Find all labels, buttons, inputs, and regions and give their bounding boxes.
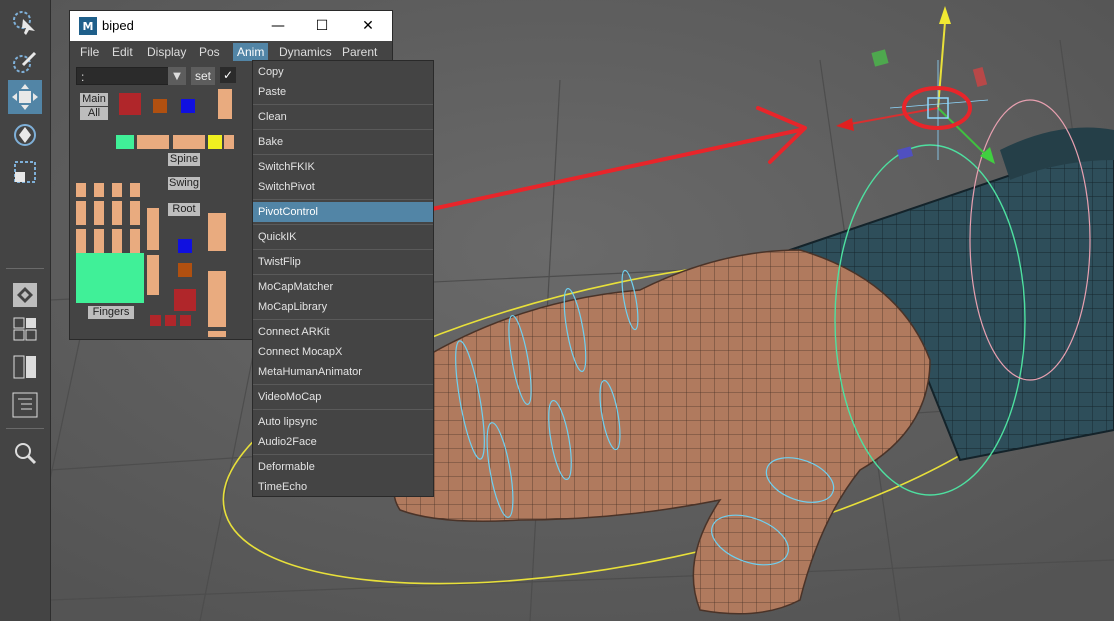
menu-anim[interactable]: Anim xyxy=(233,43,269,61)
finger-joint[interactable] xyxy=(112,201,122,225)
foot-controller[interactable] xyxy=(208,331,226,337)
finger-joint[interactable] xyxy=(76,229,86,253)
pole-controller[interactable] xyxy=(178,263,192,277)
toolbox xyxy=(0,0,51,621)
hand-controller[interactable] xyxy=(224,135,234,149)
root-label[interactable]: Root xyxy=(168,203,200,216)
upper-arm-controller[interactable] xyxy=(137,135,169,149)
finger-joint[interactable] xyxy=(94,201,104,225)
menu-file[interactable]: File xyxy=(80,45,99,59)
set-button[interactable]: set xyxy=(191,67,215,85)
menu-separator xyxy=(253,454,433,455)
menu-item-audio2face[interactable]: Audio2Face xyxy=(258,432,317,452)
leg-controller[interactable] xyxy=(208,213,226,251)
finger-joint[interactable] xyxy=(112,229,122,253)
menu-separator xyxy=(253,199,433,200)
toe-controller[interactable] xyxy=(150,315,161,326)
menu-separator xyxy=(253,104,433,105)
menu-item-mocaplibrary[interactable]: MoCapLibrary xyxy=(258,297,327,317)
menu-item-metahumananimator[interactable]: MetaHumanAnimator xyxy=(258,362,362,382)
finger-joint[interactable] xyxy=(130,229,140,253)
close-button[interactable]: ✕ xyxy=(346,14,390,38)
menu-item-twistflip[interactable]: TwistFlip xyxy=(258,252,301,272)
maya-app-icon: M xyxy=(79,17,97,35)
leg-controller[interactable] xyxy=(208,271,226,327)
all-label[interactable]: All xyxy=(80,107,108,120)
window-titlebar[interactable]: M biped — ☐ ✕ xyxy=(70,11,392,41)
thumb-joint[interactable] xyxy=(147,255,159,295)
spine-label[interactable]: Spine xyxy=(168,153,200,166)
anim-dropdown-menu: Copy Paste Clean Bake SwitchFKIK SwitchP… xyxy=(252,60,434,497)
minimize-button[interactable]: — xyxy=(256,14,300,38)
menu-separator xyxy=(253,224,433,225)
menu-separator xyxy=(253,129,433,130)
neck-controller[interactable] xyxy=(153,99,167,113)
select-tool-icon[interactable] xyxy=(8,6,42,40)
checkbox[interactable]: ✓ xyxy=(220,67,236,83)
swing-label[interactable]: Swing xyxy=(168,177,200,190)
fk-controller[interactable] xyxy=(174,289,196,311)
main-label[interactable]: Main xyxy=(80,93,108,106)
menu-separator xyxy=(253,384,433,385)
menu-item-pivotcontrol[interactable]: PivotControl xyxy=(253,202,433,222)
scale-tool-icon[interactable] xyxy=(8,155,42,189)
toe-controller[interactable] xyxy=(180,315,191,326)
ik-controller[interactable] xyxy=(178,239,192,253)
finger-joint[interactable] xyxy=(94,183,104,197)
menu-separator xyxy=(253,319,433,320)
rotate-tool-icon[interactable] xyxy=(8,118,42,152)
arm-controller[interactable] xyxy=(218,89,232,119)
menu-item-switchpivot[interactable]: SwitchPivot xyxy=(258,177,315,197)
shoulder-controller[interactable] xyxy=(116,135,134,149)
menu-item-auto-lipsync[interactable]: Auto lipsync xyxy=(258,412,317,432)
menu-edit[interactable]: Edit xyxy=(112,45,133,59)
finger-joint[interactable] xyxy=(130,201,140,225)
menu-item-connect-arkit[interactable]: Connect ARKit xyxy=(258,322,330,342)
menu-item-bake[interactable]: Bake xyxy=(258,132,283,152)
thumb-joint[interactable] xyxy=(147,208,159,250)
menu-item-connect-mocapx[interactable]: Connect MocapX xyxy=(258,342,342,362)
menu-item-switchfkik[interactable]: SwitchFKIK xyxy=(258,157,315,177)
finger-joint[interactable] xyxy=(76,183,86,197)
menu-item-deformable[interactable]: Deformable xyxy=(258,457,315,477)
move-tool-icon[interactable] xyxy=(8,80,42,114)
menu-separator xyxy=(253,154,433,155)
hand-palm-controller[interactable] xyxy=(76,253,144,303)
menu-item-clean[interactable]: Clean xyxy=(258,107,287,127)
head-controller[interactable] xyxy=(119,93,141,115)
outliner-layout-icon[interactable] xyxy=(8,388,42,422)
paint-select-tool-icon[interactable] xyxy=(8,46,42,80)
toolbox-separator xyxy=(6,268,44,269)
zoom-icon[interactable] xyxy=(8,436,42,470)
finger-joint[interactable] xyxy=(112,183,122,197)
single-pane-layout-icon[interactable] xyxy=(8,278,42,312)
menu-item-timeecho[interactable]: TimeEcho xyxy=(258,477,307,497)
menu-pose[interactable]: Pos xyxy=(199,45,220,59)
menu-item-quickik[interactable]: QuickIK xyxy=(258,227,297,247)
menu-dynamics[interactable]: Dynamics xyxy=(279,45,332,59)
two-pane-layout-icon[interactable] xyxy=(8,350,42,384)
menu-item-paste[interactable]: Paste xyxy=(258,82,286,102)
finger-joint[interactable] xyxy=(94,229,104,253)
fingers-label[interactable]: Fingers xyxy=(88,306,134,319)
window-title: biped xyxy=(102,18,134,33)
toolbox-separator xyxy=(6,428,44,429)
menu-separator xyxy=(253,409,433,410)
wrist-controller[interactable] xyxy=(208,135,222,149)
menu-separator xyxy=(253,274,433,275)
menu-separator xyxy=(253,249,433,250)
menu-item-videomocap[interactable]: VideoMoCap xyxy=(258,387,321,407)
maximize-button[interactable]: ☐ xyxy=(300,14,344,38)
menu-item-mocapmatcher[interactable]: MoCapMatcher xyxy=(258,277,333,297)
four-pane-layout-icon[interactable] xyxy=(8,312,42,346)
finger-joint[interactable] xyxy=(130,183,140,197)
lower-arm-controller[interactable] xyxy=(173,135,205,149)
chevron-down-icon[interactable]: ▼ xyxy=(168,67,186,85)
menu-parent[interactable]: Parent xyxy=(342,45,377,59)
menu-display[interactable]: Display xyxy=(147,45,186,59)
eye-controller[interactable] xyxy=(181,99,195,113)
menu-item-copy[interactable]: Copy xyxy=(258,62,284,82)
finger-joint[interactable] xyxy=(76,201,86,225)
toe-controller[interactable] xyxy=(165,315,176,326)
